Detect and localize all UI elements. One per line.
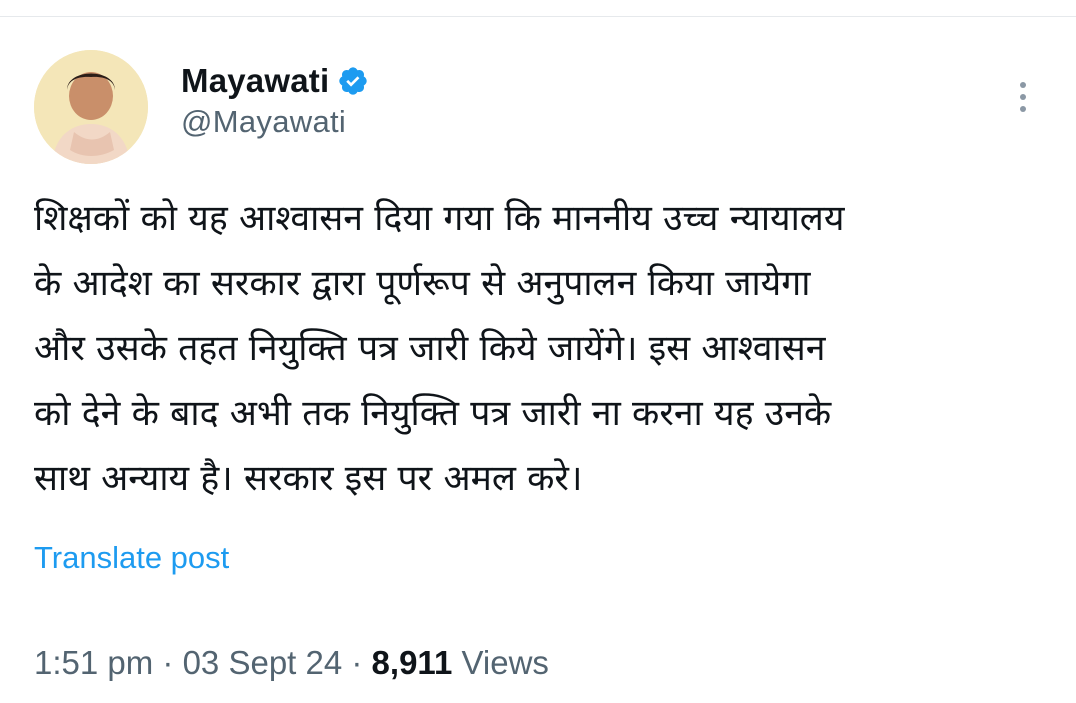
tweet-text: शिक्षकों को यह आश्वासन दिया गया कि माननी… <box>34 198 845 499</box>
more-options-icon[interactable] <box>1008 74 1038 120</box>
translate-post-link[interactable]: Translate post <box>34 540 229 576</box>
user-info: Mayawati @Mayawati <box>181 58 369 140</box>
more-dot <box>1020 82 1026 88</box>
top-divider <box>0 16 1076 17</box>
user-handle[interactable]: @Mayawati <box>181 104 369 140</box>
meta-separator: · <box>153 644 183 681</box>
tweet-date[interactable]: 03 Sept 24 <box>183 644 343 681</box>
meta-separator: · <box>342 644 372 681</box>
more-dot <box>1020 106 1026 112</box>
more-dot <box>1020 94 1026 100</box>
tweet-time[interactable]: 1:51 pm <box>34 644 153 681</box>
display-name[interactable]: Mayawati <box>181 62 329 100</box>
verified-badge-icon <box>337 65 369 97</box>
avatar[interactable] <box>34 50 148 164</box>
views-label: Views <box>461 644 549 681</box>
views-count: 8,911 <box>371 644 453 681</box>
tweet-meta: 1:51 pm · 03 Sept 24 · 8,911 Views <box>34 644 549 682</box>
avatar-image <box>34 50 148 164</box>
name-row: Mayawati <box>181 58 369 104</box>
